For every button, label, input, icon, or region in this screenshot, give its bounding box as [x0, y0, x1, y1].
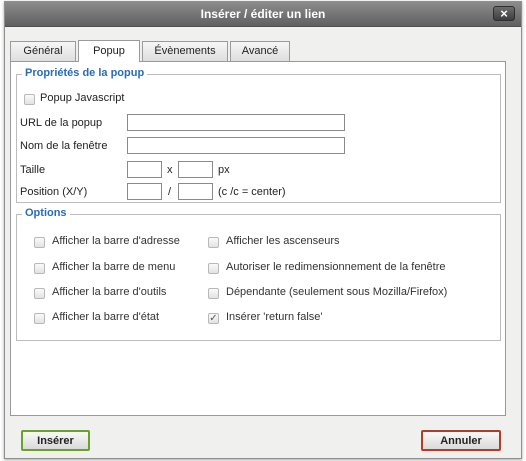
- window-name-input[interactable]: [127, 137, 345, 154]
- dialog-titlebar[interactable]: Insérer / éditer un lien ×: [5, 2, 521, 27]
- option-checkbox-return-false[interactable]: ✓: [208, 313, 219, 324]
- position-separator: /: [168, 186, 172, 198]
- option-checkbox-status-bar[interactable]: [34, 313, 45, 324]
- popup-properties-fieldset: Propriétés de la popup Popup Javascript …: [16, 67, 501, 203]
- option-checkbox-scrollbars[interactable]: [208, 237, 219, 248]
- option-label-return-false: Insérer 'return false': [226, 311, 323, 323]
- option-checkbox-address-bar[interactable]: [34, 237, 45, 248]
- tab-advanced[interactable]: Avancé: [230, 41, 290, 61]
- tab-events[interactable]: Évènements: [142, 41, 228, 61]
- option-label-scrollbars: Afficher les ascenseurs: [226, 235, 340, 247]
- options-legend: Options: [22, 207, 70, 219]
- close-button[interactable]: ×: [493, 6, 515, 21]
- option-checkbox-toolbar[interactable]: [34, 288, 45, 299]
- dialog-title: Insérer / éditer un lien: [200, 7, 326, 21]
- options-fieldset: Options Afficher la barre d'adresse Affi…: [16, 207, 501, 341]
- window-name-label: Nom de la fenêtre: [20, 140, 108, 152]
- size-separator: x: [167, 164, 173, 176]
- cancel-button[interactable]: Annuler: [421, 430, 501, 451]
- position-y-input[interactable]: [178, 183, 213, 200]
- tab-general[interactable]: Général: [10, 41, 76, 61]
- popup-height-input[interactable]: [178, 161, 213, 178]
- insert-button[interactable]: Insérer: [21, 430, 90, 451]
- popup-url-label: URL de la popup: [20, 117, 103, 129]
- option-checkbox-resizable[interactable]: [208, 263, 219, 274]
- option-label-dependent: Dépendante (seulement sous Mozilla/Firef…: [226, 286, 448, 298]
- option-label-toolbar: Afficher la barre d'outils: [52, 286, 167, 298]
- popup-url-input[interactable]: [127, 114, 345, 131]
- popup-javascript-label: Popup Javascript: [40, 92, 125, 104]
- tab-popup[interactable]: Popup: [78, 40, 140, 62]
- option-checkbox-menu-bar[interactable]: [34, 263, 45, 274]
- popup-panel: Propriétés de la popup Popup Javascript …: [10, 61, 506, 416]
- popup-javascript-checkbox[interactable]: [24, 94, 35, 105]
- position-x-input[interactable]: [127, 183, 162, 200]
- option-label-resizable: Autoriser le redimensionnement de la fen…: [226, 261, 446, 273]
- option-checkbox-dependent[interactable]: [208, 288, 219, 299]
- size-unit: px: [218, 164, 230, 176]
- position-label: Position (X/Y): [20, 186, 88, 198]
- position-hint: (c /c = center): [218, 186, 286, 198]
- option-label-address-bar: Afficher la barre d'adresse: [52, 235, 180, 247]
- option-label-status-bar: Afficher la barre d'état: [52, 311, 160, 323]
- popup-properties-legend: Propriétés de la popup: [22, 67, 148, 79]
- option-label-menu-bar: Afficher la barre de menu: [52, 261, 176, 273]
- size-label: Taille: [20, 164, 46, 176]
- popup-width-input[interactable]: [127, 161, 162, 178]
